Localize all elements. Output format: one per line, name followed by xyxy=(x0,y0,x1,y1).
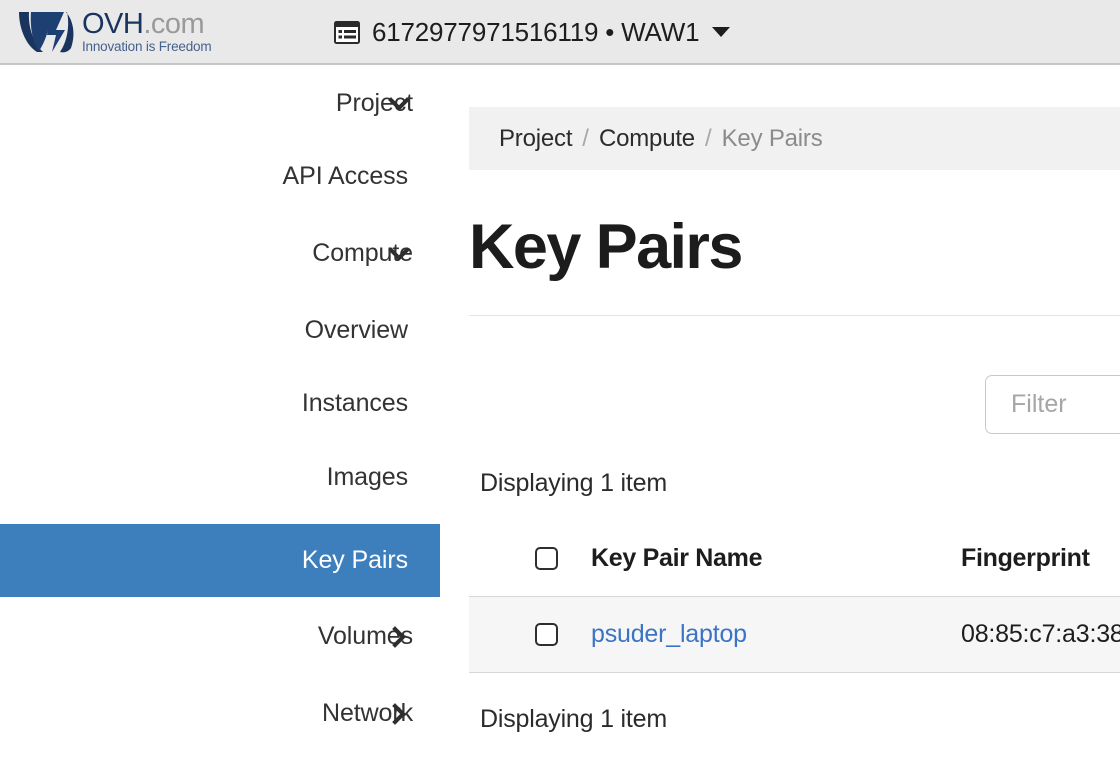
project-list-icon xyxy=(334,20,360,44)
ovh-logo-icon xyxy=(19,12,74,53)
title-divider xyxy=(469,315,1120,316)
sidebar-item-images[interactable]: Images xyxy=(0,441,440,514)
sidebar-item-label: Key Pairs xyxy=(301,546,408,574)
sidebar-item-label: Instances xyxy=(301,389,408,417)
ovh-brand-logo[interactable]: OVH.com Innovation is Freedom xyxy=(18,8,212,55)
caret-down-icon xyxy=(712,27,731,37)
breadcrumb-separator: / xyxy=(582,124,589,152)
table-row: psuder_laptop 08:85:c7:a3:38:8 xyxy=(469,596,1120,673)
item-count-top: Displaying 1 item xyxy=(480,469,667,497)
row-checkbox[interactable] xyxy=(535,623,558,646)
sidebar-item-volumes[interactable]: Volumes xyxy=(0,600,440,673)
breadcrumb-separator: / xyxy=(704,124,712,152)
sidebar-item-label: Images xyxy=(326,463,408,491)
key-pair-name-link[interactable]: psuder_laptop xyxy=(591,620,747,649)
chevron-right-icon xyxy=(392,702,406,725)
breadcrumb-item-compute[interactable]: Compute xyxy=(599,125,695,153)
sidebar-item-project[interactable]: Project xyxy=(0,67,440,140)
filter-input[interactable] xyxy=(985,375,1120,434)
table-header-row: Key Pair Name Fingerprint xyxy=(469,522,1120,594)
chevron-down-icon xyxy=(388,246,410,261)
breadcrumb-item-key-pairs: Key Pairs xyxy=(721,124,823,152)
brand-name: OVH.com xyxy=(82,9,211,39)
sidebar-item-compute[interactable]: Compute xyxy=(0,217,440,290)
sidebar-navigation: Project API Access Compute Overview Inst… xyxy=(0,67,440,762)
item-count-bottom: Displaying 1 item xyxy=(480,705,667,733)
breadcrumb-item-project[interactable]: Project xyxy=(499,125,572,153)
chevron-down-icon xyxy=(388,96,410,111)
sidebar-item-network[interactable]: Network xyxy=(0,677,440,750)
column-header-fingerprint[interactable]: Fingerprint xyxy=(961,522,1090,594)
sidebar-item-label: API Access xyxy=(282,162,409,190)
cell-fingerprint: 08:85:c7:a3:38:8 xyxy=(961,620,1120,648)
brand-name-ovh: OVH xyxy=(82,8,144,40)
top-header-bar: OVH.com Innovation is Freedom 6172977971… xyxy=(0,0,1120,65)
sidebar-item-instances[interactable]: Instances xyxy=(0,367,440,440)
sidebar-item-label: Overview xyxy=(304,316,408,344)
project-switcher[interactable]: 6172977971516119 • WAW1 xyxy=(334,12,731,52)
chevron-right-icon xyxy=(392,625,406,648)
sidebar-item-overview[interactable]: Overview xyxy=(0,294,440,367)
project-switcher-label: 6172977971516119 • WAW1 xyxy=(372,16,700,47)
brand-name-domain: .com xyxy=(143,8,205,40)
main-content: Project / Compute / Key Pairs Key Pairs … xyxy=(440,67,1120,762)
column-header-key-pair-name[interactable]: Key Pair Name xyxy=(591,522,763,594)
cell-key-pair-name: psuder_laptop xyxy=(591,597,747,672)
row-checkbox-cell xyxy=(535,597,558,672)
sidebar-item-key-pairs[interactable]: Key Pairs xyxy=(0,524,440,597)
brand-tagline: Innovation is Freedom xyxy=(82,39,212,54)
sidebar-item-api-access[interactable]: API Access xyxy=(0,140,440,213)
page-title: Key Pairs xyxy=(469,212,743,282)
select-all-checkbox-cell xyxy=(535,522,558,594)
breadcrumb: Project / Compute / Key Pairs xyxy=(469,107,1120,170)
select-all-checkbox[interactable] xyxy=(535,546,558,570)
